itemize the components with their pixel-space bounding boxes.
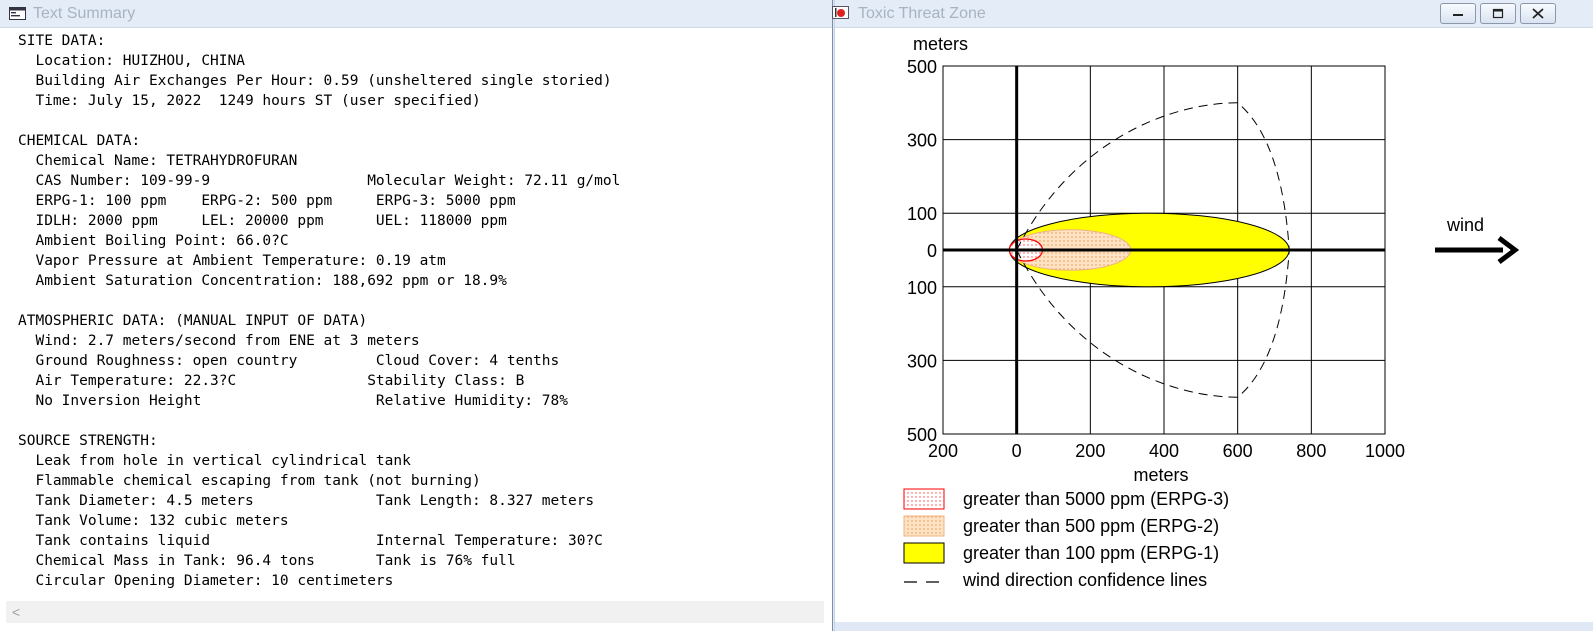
summary-text-line: Ambient Boiling Point: 66.0?C (18, 233, 289, 249)
window-bottom-border (835, 622, 1593, 631)
summary-text-line: ERPG-1: 100 ppm ERPG-2: 500 ppm ERPG-3: … (18, 193, 516, 209)
threat-zone-icon (832, 6, 849, 19)
summary-text-line: CHEMICAL DATA: (18, 133, 141, 149)
maximize-icon (1492, 8, 1504, 19)
summary-text-line (18, 411, 823, 431)
text-summary-window: Text Summary SITE DATA: Location: HUIZHO… (0, 0, 833, 631)
summary-text-line: Circular Opening Diameter: 10 centimeter… (18, 573, 394, 589)
summary-text-line: Flammable chemical escaping from tank (n… (18, 473, 481, 489)
maximize-button[interactable] (1480, 3, 1516, 24)
y-axis-title: meters (913, 34, 968, 54)
close-button[interactable] (1520, 3, 1556, 24)
summary-text-line: Leak from hole in vertical cylindrical t… (18, 453, 411, 469)
summary-text-line: Building Air Exchanges Per Hour: 0.59 (u… (18, 73, 612, 89)
x-tick-label: 800 (1296, 441, 1326, 461)
scroll-left-arrow-icon[interactable]: < (12, 601, 20, 623)
wind-label: wind (1446, 215, 1484, 235)
legend-swatch-erpg1 (903, 542, 945, 564)
summary-text-line: Chemical Mass in Tank: 96.4 tons Tank is… (18, 553, 516, 569)
y-tick-label: 100 (907, 204, 937, 224)
summary-text-line: Location: HUIZHOU, CHINA (18, 53, 245, 69)
summary-text-line: Air Temperature: 22.3?C Stability Class:… (18, 373, 525, 389)
x-tick-label: 200 (928, 441, 958, 461)
summary-text-line: ATMOSPHERIC DATA: (MANUAL INPUT OF DATA) (18, 313, 368, 329)
window-title: Text Summary (33, 5, 136, 22)
summary-text-line: Tank Volume: 132 cubic meters (18, 513, 289, 529)
threat-zone-titlebar[interactable]: Toxic Threat Zone (832, 0, 1593, 28)
summary-text-line (18, 291, 823, 311)
legend-label: greater than 100 ppm (ERPG-1) (963, 543, 1219, 563)
summary-text-line: Time: July 15, 2022 1249 hours ST (user … (18, 93, 481, 109)
summary-text-line: No Inversion Height Relative Humidity: 7… (18, 393, 568, 409)
summary-text-line: Tank contains liquid Internal Temperatur… (18, 533, 603, 549)
x-tick-label: 200 (1075, 441, 1105, 461)
y-tick-label: 300 (907, 351, 937, 371)
summary-text-line: Vapor Pressure at Ambient Temperature: 0… (18, 253, 446, 269)
legend-swatch-erpg3 (903, 488, 945, 510)
summary-text-area[interactable]: SITE DATA: Location: HUIZHOU, CHINA Buil… (18, 31, 823, 611)
summary-text-line (18, 111, 823, 131)
legend-label: greater than 500 ppm (ERPG-2) (963, 516, 1219, 536)
horizontal-scrollbar[interactable]: < (6, 601, 824, 623)
summary-text-line: SOURCE STRENGTH: (18, 433, 158, 449)
legend-label: greater than 5000 ppm (ERPG-3) (963, 489, 1229, 509)
text-document-icon (9, 7, 26, 20)
summary-text-line: IDLH: 2000 ppm LEL: 20000 ppm UEL: 11800… (18, 213, 507, 229)
y-tick-label: 300 (907, 131, 937, 151)
x-tick-label: 1000 (1365, 441, 1405, 461)
y-tick-label: 0 (927, 241, 937, 261)
threat-zone-plot: 5003001000100300500200 0 200 400 600 800 1000m… (903, 34, 1520, 590)
summary-text-line: CAS Number: 109-99-9 Molecular Weight: 7… (18, 173, 621, 189)
minimize-icon (1453, 14, 1463, 16)
summary-text-line: Wind: 2.7 meters/second from ENE at 3 me… (18, 333, 420, 349)
legend-swatch-erpg2 (903, 515, 945, 537)
x-tick-label: 0 (1012, 441, 1022, 461)
summary-text-line: Chemical Name: TETRAHYDROFURAN (18, 153, 298, 169)
summary-text-line: Ambient Saturation Concentration: 188,69… (18, 273, 507, 289)
window-title: Toxic Threat Zone (858, 5, 986, 22)
x-tick-label: 600 (1223, 441, 1253, 461)
summary-text-line: Tank Diameter: 4.5 meters Tank Length: 8… (18, 493, 595, 509)
toxic-threat-zone-window: Toxic Threat Zone 500 300 100 0 100 300 500 200… (832, 0, 1593, 631)
close-icon (1532, 8, 1544, 19)
y-tick-label: 500 (907, 57, 937, 77)
x-axis-title: meters (1133, 465, 1188, 485)
text-summary-titlebar[interactable]: Text Summary (0, 0, 832, 28)
y-tick-label: 100 (907, 278, 937, 298)
legend-label: wind direction confidence lines (962, 570, 1207, 590)
x-tick-label: 400 (1149, 441, 1179, 461)
summary-text-line: SITE DATA: (18, 33, 106, 49)
summary-text-line: Ground Roughness: open country Cloud Cov… (18, 353, 560, 369)
minimize-button[interactable] (1440, 3, 1476, 24)
